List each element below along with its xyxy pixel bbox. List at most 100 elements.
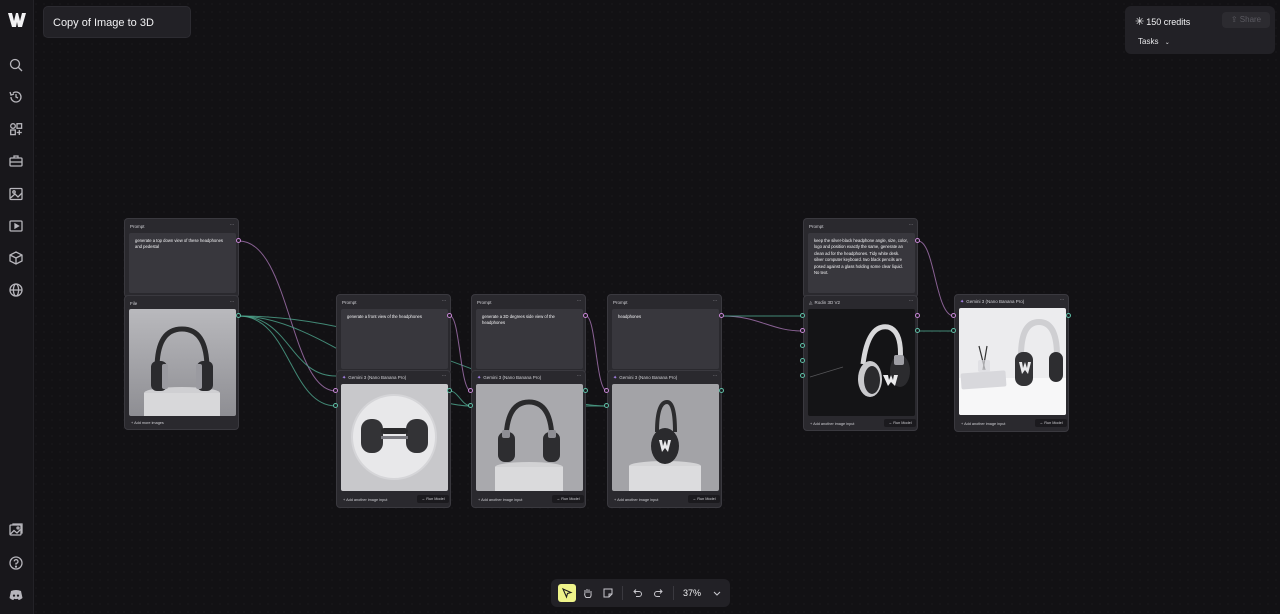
run-model-label: Run Model	[697, 497, 716, 501]
output-port[interactable]	[915, 328, 920, 333]
node-menu-icon[interactable]: ···	[577, 298, 582, 304]
node-menu-icon[interactable]: ···	[713, 373, 718, 379]
prompt-output-port[interactable]	[236, 238, 241, 243]
toolbar-divider	[673, 586, 674, 600]
globe-icon[interactable]	[8, 282, 24, 298]
node-menu-icon[interactable]: ···	[230, 299, 235, 305]
prompt-input-port[interactable]	[951, 313, 956, 318]
image-input-port[interactable]	[951, 328, 956, 333]
project-title-text: Copy of Image to 3D	[53, 17, 154, 29]
gemini-node-ad[interactable]: ✦ Gemini 3 (Nano Banana Pro) ··· + Add an…	[954, 294, 1069, 432]
project-title[interactable]: Copy of Image to 3D	[43, 6, 191, 38]
sticky-note-icon[interactable]	[599, 584, 617, 602]
file-node[interactable]: File ··· + Add more images	[124, 295, 239, 430]
add-image-input-link[interactable]: + Add another image input	[614, 498, 658, 502]
tasks-label: Tasks	[1138, 37, 1159, 46]
prompt-node-headphones[interactable]: Prompt ··· headphones	[607, 294, 722, 374]
3d-model-preview	[808, 309, 915, 416]
discord-icon[interactable]	[8, 587, 24, 603]
help-icon[interactable]	[8, 555, 24, 571]
select-tool-icon[interactable]	[558, 584, 576, 602]
run-model-button[interactable]: → Run Model	[552, 495, 584, 503]
zoom-level[interactable]: 37%	[683, 588, 701, 598]
node-header: ✦ Gemini 3 (Nano Banana Pro)	[613, 375, 677, 381]
image-input-port[interactable]	[800, 343, 805, 348]
history-icon[interactable]	[8, 89, 24, 105]
add-image-input-link[interactable]: + Add another image input	[810, 422, 854, 426]
prompt-input-port[interactable]	[468, 388, 473, 393]
prompt-text-input[interactable]: generate a front view of the headphones	[341, 309, 448, 369]
image-output-port[interactable]	[1066, 313, 1071, 318]
model-icon: ✦	[613, 375, 618, 381]
node-header: Prompt	[477, 300, 492, 305]
share-icon: ⇪	[1230, 15, 1238, 24]
prompt-node-side-view[interactable]: Prompt ··· generate a 3D degrees side vi…	[471, 294, 586, 374]
search-icon[interactable]	[8, 57, 24, 73]
rodin-icon: ◬	[809, 300, 813, 305]
node-menu-icon[interactable]: ···	[1060, 297, 1065, 303]
prompt-input-port[interactable]	[604, 388, 609, 393]
prompt-node-top-down[interactable]: Prompt ··· generate a top down view of t…	[124, 218, 239, 298]
prompt-text-input[interactable]: keep the silver-black headphone angle, s…	[808, 233, 915, 293]
prompt-text-input[interactable]: generate a 3D degrees side view of the h…	[476, 309, 583, 369]
prompt-text-input[interactable]: headphones	[612, 309, 719, 369]
prompt-node-ad[interactable]: Prompt ··· keep the silver-black headpho…	[803, 218, 918, 298]
run-model-button[interactable]: → Run Model	[688, 495, 720, 503]
node-menu-icon[interactable]: ···	[909, 298, 914, 304]
image-output-port[interactable]	[236, 313, 241, 318]
prompt-text-input[interactable]: generate a top down view of these headph…	[129, 233, 236, 293]
chevron-down-icon[interactable]	[711, 586, 723, 598]
gemini-node-side-view[interactable]: ✦ Gemini 3 (Nano Banana Pro) ··· + Add an…	[471, 370, 586, 508]
undo-icon[interactable]	[628, 584, 646, 602]
gemini-node-front-view[interactable]: ✦ Gemini 3 (Nano Banana Pro) ··· + Add an…	[336, 370, 451, 508]
image-output-port[interactable]	[447, 388, 452, 393]
rodin-3d-node[interactable]: ◬ Rodin 3D V2 ··· + Add another image inp…	[803, 295, 918, 431]
run-model-button[interactable]: → Run Model	[884, 419, 916, 427]
video-icon[interactable]	[8, 218, 24, 234]
output-port[interactable]	[915, 313, 920, 318]
apps-icon[interactable]	[8, 121, 24, 137]
add-image-input-link[interactable]: + Add another image input	[343, 498, 387, 502]
tasks-dropdown[interactable]: Tasks ⌄	[1138, 37, 1170, 46]
prompt-output-port[interactable]	[915, 238, 920, 243]
toolbox-icon[interactable]	[8, 153, 24, 169]
image-input-port[interactable]	[800, 358, 805, 363]
prompt-input-port[interactable]	[333, 388, 338, 393]
node-menu-icon[interactable]: ···	[909, 222, 914, 228]
prompt-output-port[interactable]	[447, 313, 452, 318]
run-model-button[interactable]: → Run Model	[1035, 419, 1067, 427]
chevron-down-icon: ⌄	[1164, 40, 1170, 46]
prompt-output-port[interactable]	[719, 313, 724, 318]
prompt-input-port[interactable]	[800, 328, 805, 333]
hand-tool-icon[interactable]	[579, 584, 597, 602]
logo-icon[interactable]	[7, 11, 27, 29]
image-input-port[interactable]	[333, 403, 338, 408]
image-gallery-icon[interactable]	[8, 522, 24, 538]
prompt-node-front-view[interactable]: Prompt ··· generate a front view of the …	[336, 294, 451, 374]
run-model-button[interactable]: → Run Model	[417, 495, 449, 503]
add-image-input-link[interactable]: + Add another image input	[961, 422, 1005, 426]
share-button[interactable]: ⇪ Share	[1222, 12, 1270, 28]
add-image-input-link[interactable]: + Add another image input	[478, 498, 522, 502]
node-menu-icon[interactable]: ···	[713, 298, 718, 304]
image-input-port[interactable]	[468, 403, 473, 408]
image-input-port[interactable]	[800, 313, 805, 318]
credits-badge: ✳ 150 credits	[1135, 15, 1190, 28]
redo-icon[interactable]	[650, 584, 668, 602]
image-input-port[interactable]	[604, 403, 609, 408]
node-menu-icon[interactable]: ···	[442, 373, 447, 379]
node-menu-icon[interactable]: ···	[230, 222, 235, 228]
generated-image	[959, 308, 1066, 415]
gemini-node-headphones[interactable]: ✦ Gemini 3 (Nano Banana Pro) ··· + Add an…	[607, 370, 722, 508]
prompt-output-port[interactable]	[583, 313, 588, 318]
image-output-port[interactable]	[583, 388, 588, 393]
image-icon[interactable]	[8, 186, 24, 202]
image-input-port[interactable]	[800, 373, 805, 378]
3d-cube-icon[interactable]	[8, 250, 24, 266]
add-images-link[interactable]: + Add more images	[131, 421, 164, 425]
node-menu-icon[interactable]: ···	[442, 298, 447, 304]
image-output-port[interactable]	[719, 388, 724, 393]
model-name: Rodin 3D V2	[814, 300, 840, 305]
node-menu-icon[interactable]: ···	[577, 373, 582, 379]
node-header: ✦ Gemini 3 (Nano Banana Pro)	[477, 375, 541, 381]
